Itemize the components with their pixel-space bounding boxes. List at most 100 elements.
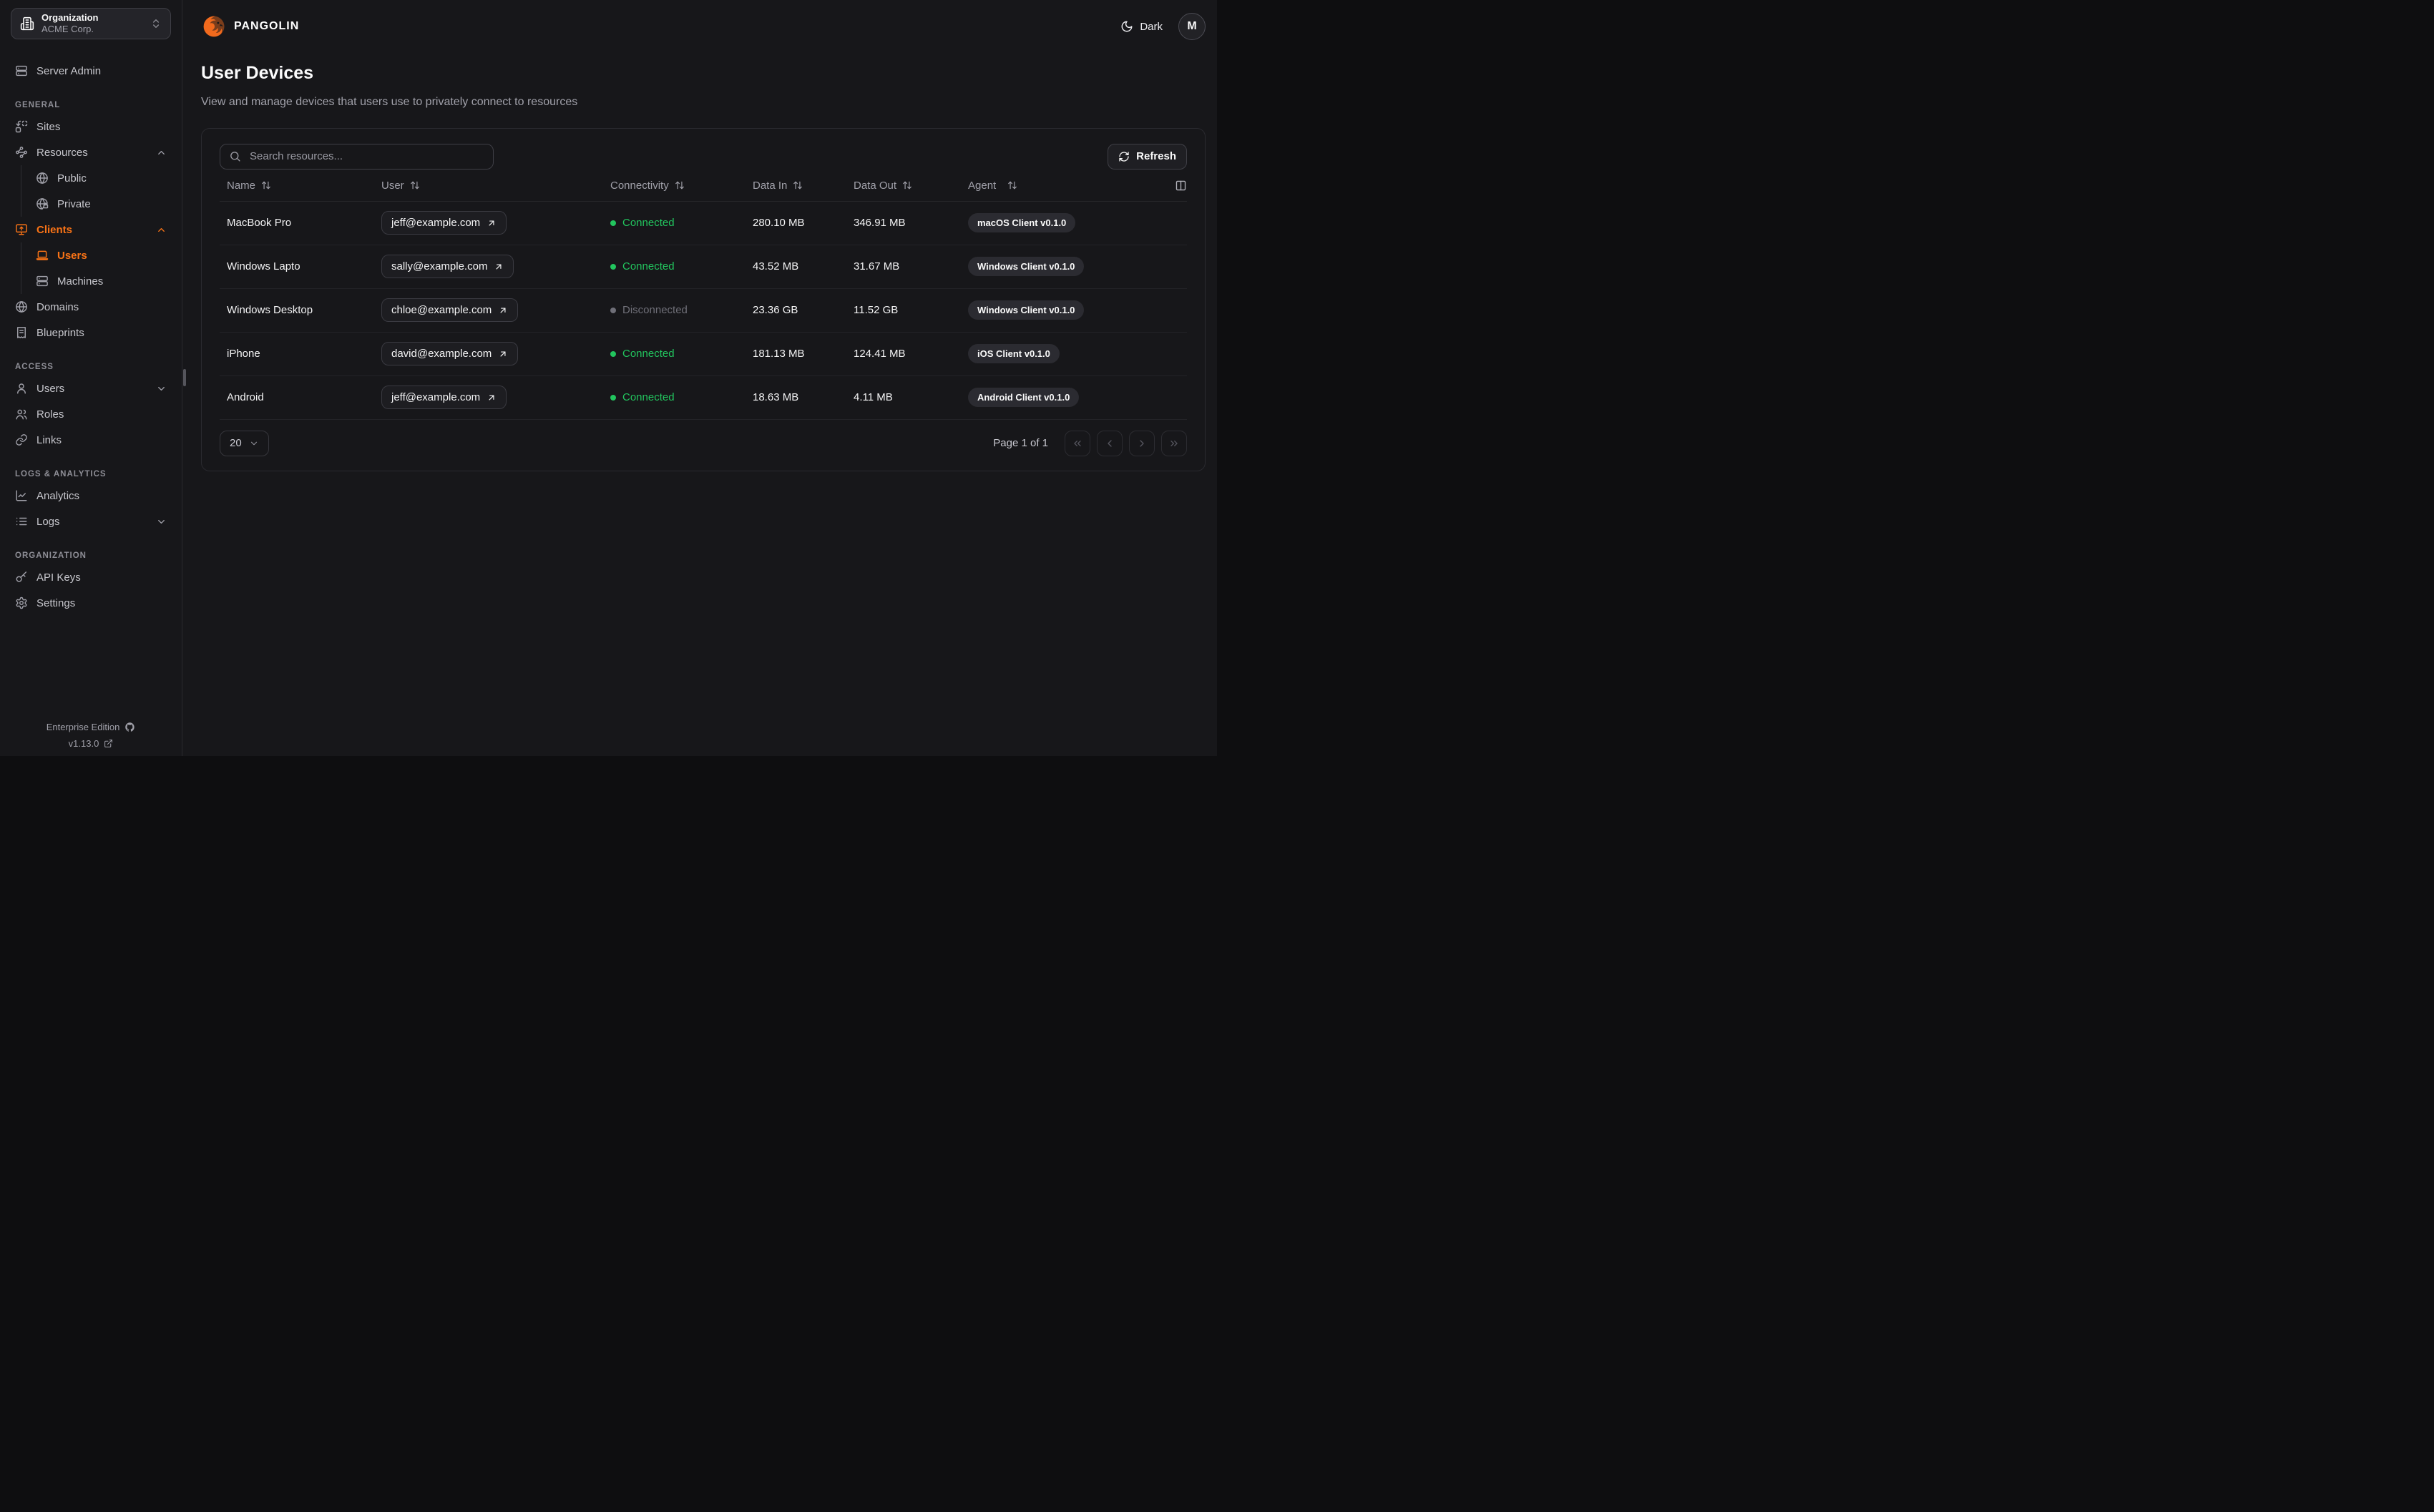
organization-value: ACME Corp. <box>41 24 94 34</box>
version-line[interactable]: v1.13.0 <box>0 738 182 749</box>
sort-icon[interactable] <box>793 180 803 190</box>
clients-subnav: Users Machines <box>21 242 171 294</box>
chevron-left-icon <box>1104 438 1115 449</box>
agent-badge: Windows Client v0.1.0 <box>968 300 1085 320</box>
theme-toggle[interactable]: Dark <box>1120 20 1163 33</box>
table-row: Android jeff@example.com Connected 18.63… <box>220 376 1187 420</box>
search-input[interactable] <box>248 149 484 164</box>
gear-icon <box>15 597 28 609</box>
data-out-value: 4.11 MB <box>854 391 893 404</box>
user-link-button[interactable]: sally@example.com <box>381 255 514 279</box>
status-text: Connected <box>622 348 675 360</box>
column-header-user[interactable]: User <box>381 180 610 192</box>
sidebar-item-label: Settings <box>36 597 76 609</box>
column-header-data-in[interactable]: Data In <box>753 180 854 192</box>
resources-icon <box>15 146 28 159</box>
connectivity-status: Connected <box>610 260 753 273</box>
sidebar-item-clients[interactable]: Clients <box>11 217 171 242</box>
sidebar-item-private[interactable]: Private <box>29 191 171 217</box>
sidebar-item-settings[interactable]: Settings <box>11 590 171 616</box>
user-email: chloe@example.com <box>391 304 492 317</box>
data-out-value: 31.67 MB <box>854 260 900 273</box>
column-header-agent[interactable]: Agent <box>968 180 1187 192</box>
sidebar-item-label: Roles <box>36 408 64 421</box>
sort-icon[interactable] <box>261 180 271 190</box>
table-row: Windows Desktop chloe@example.com Discon… <box>220 289 1187 333</box>
data-in-value: 23.36 GB <box>753 304 798 317</box>
laptop-icon <box>36 249 49 262</box>
brand[interactable]: PANGOLIN <box>201 14 299 39</box>
sidebar-item-label: Sites <box>36 120 61 133</box>
data-in-value: 18.63 MB <box>753 391 799 404</box>
link-icon <box>15 433 28 446</box>
column-label: User <box>381 179 404 192</box>
chevron-up-icon <box>156 147 167 158</box>
sidebar-scrollbar-thumb[interactable] <box>183 369 186 386</box>
sort-icon[interactable] <box>1007 180 1017 190</box>
user-link-button[interactable]: jeff@example.com <box>381 386 507 410</box>
sidebar-item-resources[interactable]: Resources <box>11 139 171 165</box>
arrow-up-right-icon <box>498 349 508 359</box>
sidebar-item-label: Logs <box>36 515 60 528</box>
device-name: Windows Lapto <box>227 260 300 273</box>
edition-line[interactable]: Enterprise Edition <box>0 722 182 732</box>
brand-name: PANGOLIN <box>234 20 300 32</box>
avatar[interactable]: M <box>1178 13 1206 40</box>
search-icon <box>229 150 241 162</box>
sidebar-item-links[interactable]: Links <box>11 427 171 453</box>
user-link-button[interactable]: jeff@example.com <box>381 211 507 235</box>
sidebar-item-roles[interactable]: Roles <box>11 401 171 427</box>
sidebar-item-server-admin[interactable]: Server Admin <box>11 58 171 84</box>
page-size-select[interactable]: 20 <box>220 430 269 456</box>
sidebar-item-users[interactable]: Users <box>11 375 171 401</box>
globe-icon <box>36 172 49 185</box>
user-email: jeff@example.com <box>391 217 481 230</box>
data-in-value: 43.52 MB <box>753 260 799 273</box>
connectivity-status: Connected <box>610 348 753 360</box>
sidebar-item-logs[interactable]: Logs <box>11 509 171 534</box>
column-label: Data In <box>753 179 788 192</box>
user-link-button[interactable]: chloe@example.com <box>381 298 519 323</box>
data-in-value: 181.13 MB <box>753 348 805 360</box>
sidebar-item-clients-users[interactable]: Users <box>29 242 171 268</box>
connectivity-status: Connected <box>610 217 753 229</box>
first-page-button[interactable] <box>1065 430 1090 456</box>
next-page-button[interactable] <box>1129 430 1155 456</box>
sidebar-item-blueprints[interactable]: Blueprints <box>11 320 171 345</box>
sidebar-nav: Server Admin GENERAL Sites Resources Pub… <box>11 58 171 616</box>
sidebar-item-machines[interactable]: Machines <box>29 268 171 294</box>
sort-icon[interactable] <box>675 180 685 190</box>
status-dot <box>610 307 616 313</box>
data-out-value: 11.52 GB <box>854 304 899 317</box>
refresh-button[interactable]: Refresh <box>1108 143 1187 170</box>
organization-selector[interactable]: Organization ACME Corp. <box>11 8 171 39</box>
chevrons-right-icon <box>1168 438 1180 449</box>
last-page-button[interactable] <box>1161 430 1187 456</box>
arrow-up-right-icon <box>487 393 497 403</box>
chevron-right-icon <box>1136 438 1148 449</box>
sort-icon[interactable] <box>902 180 912 190</box>
chevron-up-icon <box>156 225 167 235</box>
column-visibility-button[interactable] <box>1175 180 1187 192</box>
user-link-button[interactable]: david@example.com <box>381 342 519 366</box>
arrow-up-right-icon <box>487 218 497 228</box>
column-header-connectivity[interactable]: Connectivity <box>610 180 753 192</box>
user-email: jeff@example.com <box>391 391 481 404</box>
sort-icon[interactable] <box>410 180 420 190</box>
sidebar-item-label: Server Admin <box>36 64 102 77</box>
key-icon <box>15 571 28 584</box>
sidebar-item-sites[interactable]: Sites <box>11 114 171 139</box>
previous-page-button[interactable] <box>1097 430 1123 456</box>
agent-badge: Windows Client v0.1.0 <box>968 257 1085 277</box>
sidebar-item-api-keys[interactable]: API Keys <box>11 564 171 590</box>
sidebar-item-domains[interactable]: Domains <box>11 294 171 320</box>
column-header-name[interactable]: Name <box>220 180 381 192</box>
server-icon <box>15 64 28 77</box>
page-title: User Devices <box>201 63 314 83</box>
table-row: iPhone david@example.com Connected 181.1… <box>220 333 1187 376</box>
user-email: david@example.com <box>391 348 492 360</box>
sites-icon <box>15 120 28 133</box>
column-header-data-out[interactable]: Data Out <box>854 180 968 192</box>
sidebar-item-analytics[interactable]: Analytics <box>11 483 171 509</box>
sidebar-item-public[interactable]: Public <box>29 165 171 191</box>
